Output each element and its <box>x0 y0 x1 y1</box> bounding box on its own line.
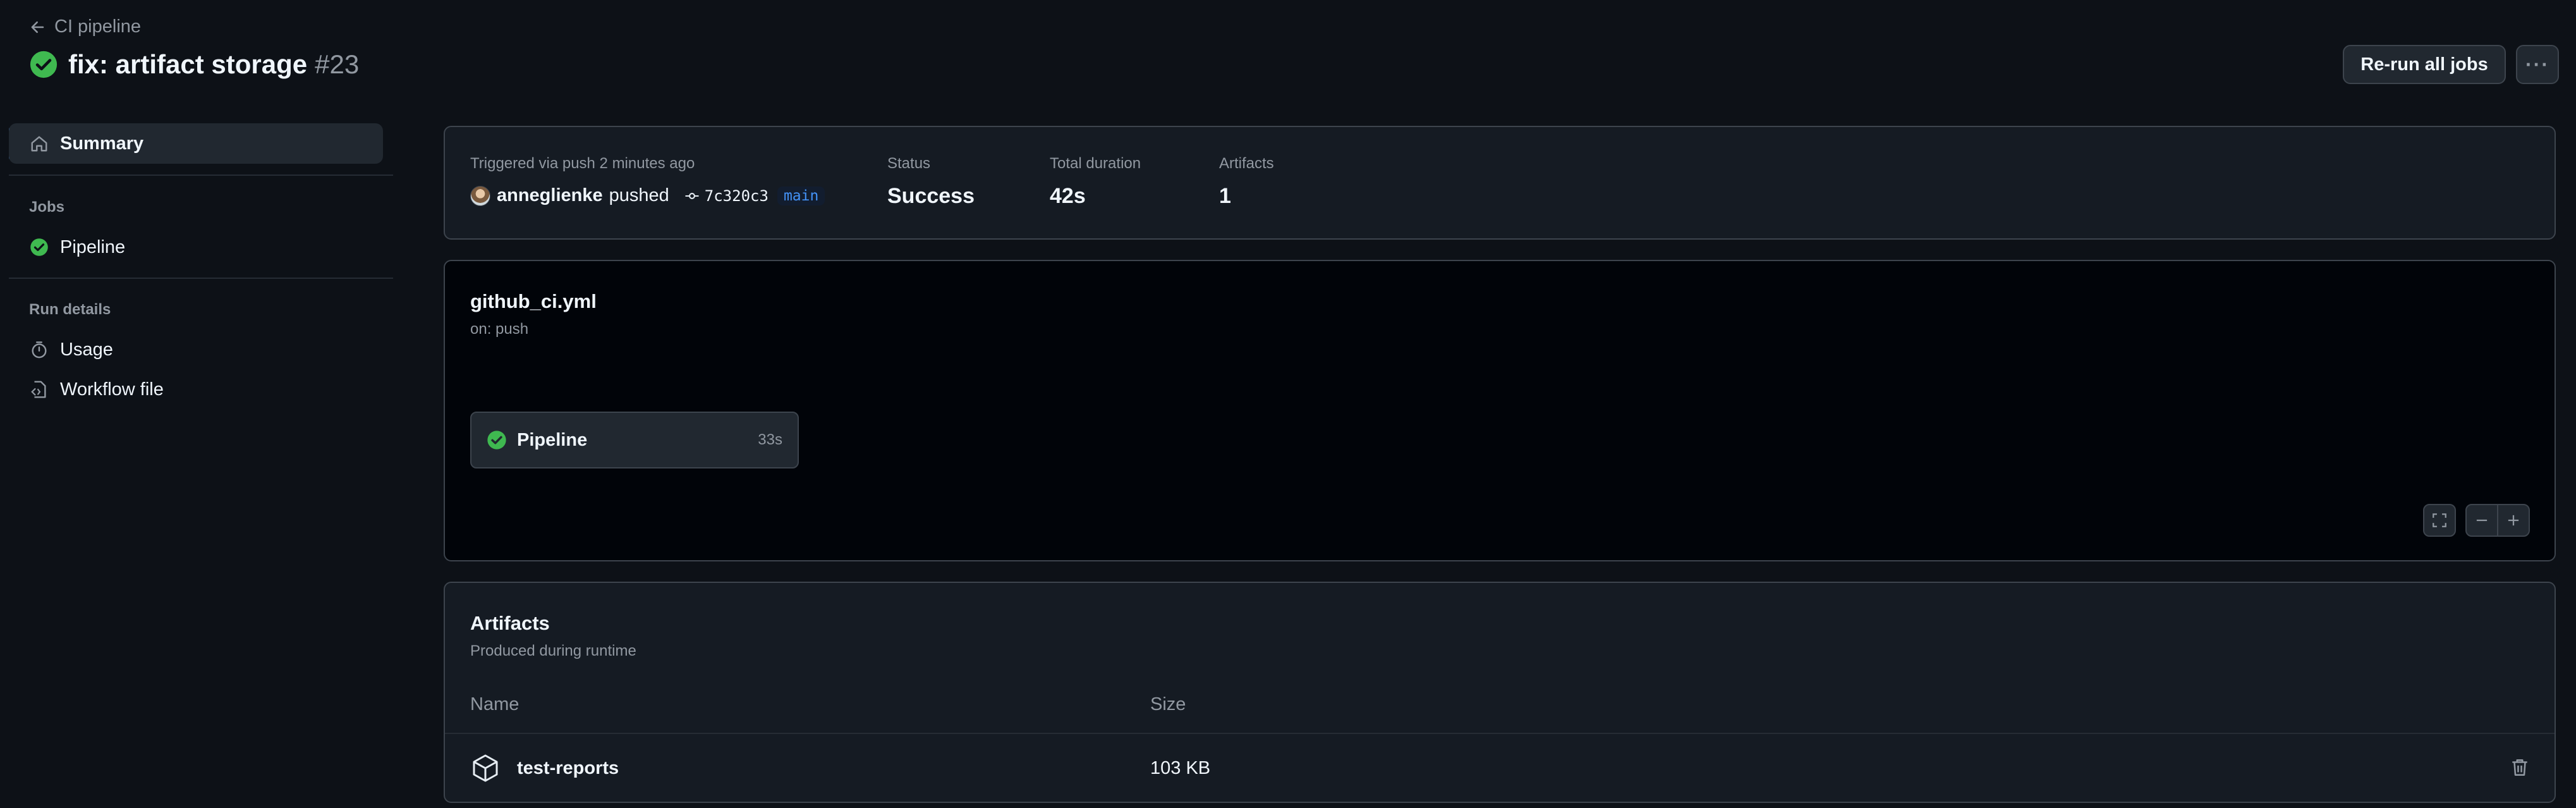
run-summary-card: Triggered via push 2 minutes ago annegli… <box>444 126 2556 240</box>
artifacts-count-label: Artifacts <box>1219 155 1274 172</box>
run-title-text: fix: artifact storage <box>68 49 308 79</box>
package-icon <box>473 754 498 782</box>
trigger-details: anneglienke pushed 7c320c3 main <box>470 185 825 206</box>
trash-icon[interactable] <box>2509 757 2530 778</box>
workflow-trigger: on: push <box>470 321 529 338</box>
workflow-file-name: github_ci.yml <box>470 290 597 312</box>
run-title-row: fix: artifact storage #23 <box>29 49 359 80</box>
rerun-all-jobs-button[interactable]: Re-run all jobs <box>2343 45 2506 84</box>
artifacts-title: Artifacts <box>470 612 550 634</box>
back-link-label: CI pipeline <box>54 16 142 37</box>
commit-link[interactable]: 7c320c3 <box>684 187 769 205</box>
sidebar-item-summary[interactable]: Summary <box>9 123 383 164</box>
status-value: Success <box>887 184 975 208</box>
sidebar-item-usage[interactable]: Usage <box>9 329 383 370</box>
run-title: fix: artifact storage #23 <box>68 49 359 80</box>
push-action-text: pushed <box>609 185 669 205</box>
git-commit-icon <box>685 192 699 199</box>
sidebar-item-label: Usage <box>60 339 113 360</box>
jobs-heading: Jobs <box>29 199 65 216</box>
commit-sha: 7c320c3 <box>704 187 769 205</box>
status-label: Status <box>887 155 931 172</box>
column-header-name: Name <box>470 694 519 714</box>
workflow-graph-card: github_ci.yml on: push Pipeline 33s <box>444 260 2556 561</box>
job-name: Pipeline <box>517 429 588 450</box>
branch-badge[interactable]: main <box>777 186 825 205</box>
minus-icon <box>2476 519 2488 522</box>
artifacts-subtitle: Produced during runtime <box>470 642 636 659</box>
check-circle-icon <box>30 238 48 256</box>
artifacts-card: Artifacts Produced during runtime Name S… <box>444 582 2556 803</box>
sidebar-item-workflow-file[interactable]: Workflow file <box>9 369 383 410</box>
fullscreen-icon <box>2433 513 2446 527</box>
artifact-name-link[interactable]: test-reports <box>517 758 619 779</box>
home-icon <box>31 136 47 152</box>
zoom-in-button[interactable] <box>2497 504 2530 537</box>
sidebar-item-pipeline[interactable]: Pipeline <box>9 227 383 267</box>
trigger-text: Triggered via push 2 minutes ago <box>470 155 695 172</box>
fullscreen-button[interactable] <box>2423 504 2456 537</box>
file-code-icon <box>31 381 46 398</box>
sidebar-divider <box>9 278 393 279</box>
avatar[interactable] <box>470 185 490 206</box>
workflow-run-page: CI pipeline fix: artifact storage #23 Re-… <box>0 0 2576 808</box>
sidebar-item-label: Pipeline <box>60 236 126 257</box>
job-duration: 33s <box>758 431 782 448</box>
back-to-workflow-link[interactable]: CI pipeline <box>29 16 141 37</box>
sidebar-divider <box>9 174 393 176</box>
check-circle-icon <box>487 431 506 450</box>
sidebar-item-label: Workflow file <box>60 379 164 400</box>
check-circle-icon <box>30 51 58 78</box>
plus-icon <box>2508 515 2519 526</box>
run-details-heading: Run details <box>29 301 111 318</box>
run-number: #23 <box>315 49 360 79</box>
artifacts-count-value[interactable]: 1 <box>1219 184 1231 209</box>
zoom-out-button[interactable] <box>2465 504 2498 537</box>
stopwatch-icon <box>32 341 47 358</box>
duration-label: Total duration <box>1050 155 1141 172</box>
job-node-pipeline[interactable]: Pipeline 33s <box>470 412 799 468</box>
table-row: test-reports 103 KB <box>445 734 2555 802</box>
sidebar-item-label: Summary <box>60 133 144 154</box>
author-link[interactable]: anneglienke <box>497 185 603 206</box>
duration-value[interactable]: 42s <box>1050 184 1086 209</box>
arrow-left-icon <box>31 21 44 33</box>
column-header-size: Size <box>1150 694 1186 714</box>
more-options-button[interactable]: ··· <box>2516 45 2559 84</box>
artifact-size: 103 KB <box>1150 758 1211 778</box>
